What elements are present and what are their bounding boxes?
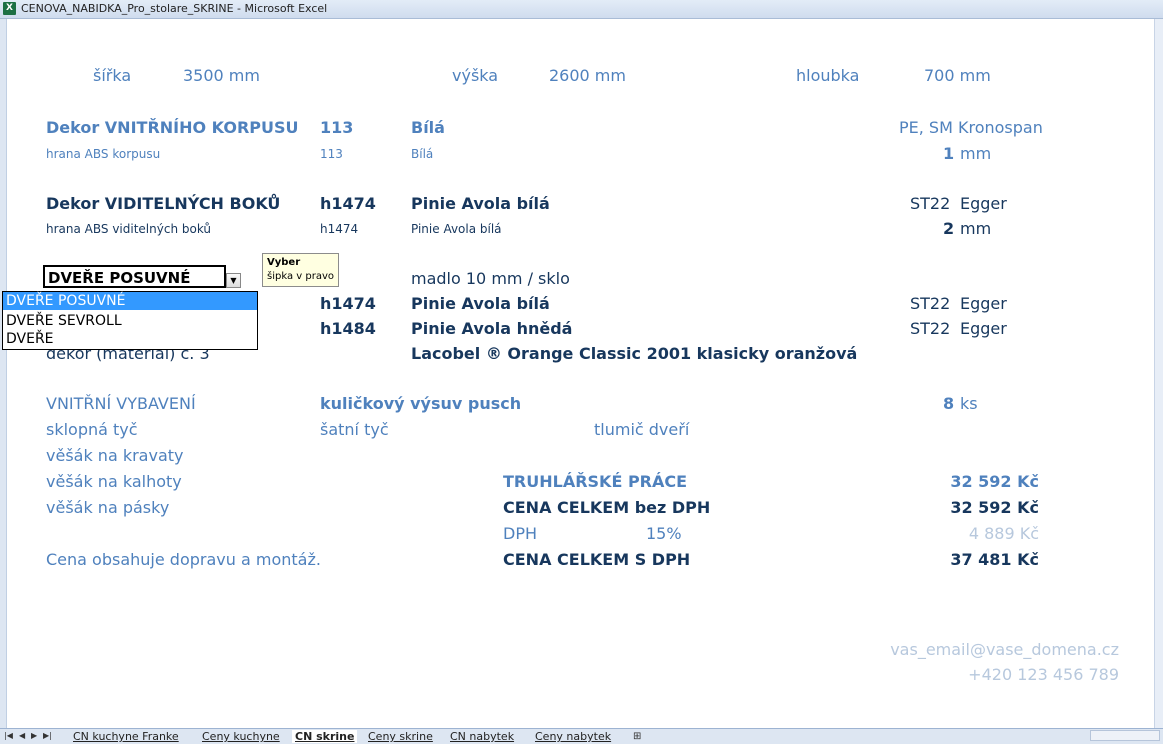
vybaveni-item[interactable]: kuličkový výsuv pusch [320,394,521,413]
last-sheet-icon[interactable]: ▶| [43,731,52,740]
hloubka-value[interactable]: 700 mm [924,66,991,85]
sheet-tab-bar: |◀ ◀ ▶ ▶| CN kuchyne Franke Ceny kuchyne… [0,728,1163,744]
door-row1-spec1: ST22 [910,294,951,313]
doors-type-cell[interactable]: DVEŘE POSUVNÉ [43,265,226,288]
boky-code[interactable]: h1474 [320,194,376,213]
korpus-label: Dekor VNITŘNÍHO KORPUSU [46,118,299,137]
boky-spec1: ST22 [910,194,951,213]
boky-edge-num[interactable]: 2 [943,219,954,238]
contact-phone: +420 123 456 789 [968,665,1119,684]
boky-edge-name: Pinie Avola bílá [411,222,502,236]
korpus-edge-code[interactable]: 113 [320,147,343,161]
tab-ceny-nabytek[interactable]: Ceny nabytek [535,730,611,743]
door-row2-spec2: Egger [960,319,1007,338]
tab-cn-nabytek[interactable]: CN nabytek [450,730,514,743]
first-sheet-icon[interactable]: |◀ [4,731,13,740]
price-note: Cena obsahuje dopravu a montáž. [46,550,321,569]
window-title: CENOVA_NABIDKA_Pro_stolare_SKRINE - Micr… [21,2,328,15]
tab-ceny-skrine[interactable]: Ceny skrine [368,730,433,743]
korpus-edge-label: hrana ABS korpusu [46,147,161,161]
next-sheet-icon[interactable]: ▶ [31,731,37,740]
vybaveni-item-1: sklopná tyč [46,420,138,439]
vybaveni-qty[interactable]: 8 [943,394,954,413]
vybaveni-item-4: věšák na kravaty [46,446,184,465]
dropdown-option-2[interactable]: DVEŘE SEVROLL [3,312,257,330]
excel-icon: X [3,2,16,15]
vybaveni-item-3: tlumič dveří [594,420,690,439]
door-row1-name: Pinie Avola bílá [411,294,550,313]
dropdown-arrow-button[interactable]: ▼ [226,273,241,288]
door-row3-name: Lacobel ® Orange Classic 2001 klasicky o… [411,344,858,363]
tab-ceny-kuchyne[interactable]: Ceny kuchyne [202,730,280,743]
korpus-spec: PE, SM Kronospan [899,118,1043,137]
boky-spec2: Egger [960,194,1007,213]
vybaveni-item-5: věšák na kalhoty [46,472,182,491]
dropdown-option-3[interactable]: DVEŘE [3,330,257,348]
tab-cn-skrine[interactable]: CN skrine [292,730,358,743]
korpus-edge-unit: mm [960,144,992,163]
door-row1-code[interactable]: h1474 [320,294,376,313]
insert-sheet-icon[interactable]: ⊞ [633,731,641,742]
hloubka-label: hloubka [796,66,860,85]
door-handle: madlo 10 mm / sklo [411,269,570,288]
truhlar-value: 32 592 Kč [950,472,1039,491]
boky-edge-unit: mm [960,219,992,238]
dph-label: DPH [503,524,537,543]
door-row2-spec1: ST22 [910,319,951,338]
truhlar-label: TRUHLÁŘSKÉ PRÁCE [503,472,688,491]
vyska-value[interactable]: 2600 mm [549,66,626,85]
tab-cn-kuchyne-franke[interactable]: CN kuchyne Franke [73,730,179,743]
dph-value: 4 889 Kč [968,524,1039,543]
dropdown-option-1[interactable]: DVEŘE POSUVNÉ [3,292,257,310]
door-row1-spec2: Egger [960,294,1007,313]
boky-edge-code[interactable]: h1474 [320,222,358,236]
sirka-label: šířka [93,66,132,85]
vybaveni-unit: ks [960,394,978,413]
vybaveni-item-6: věšák na pásky [46,498,170,517]
korpus-code[interactable]: 113 [320,118,353,137]
prev-sheet-icon[interactable]: ◀ [19,731,25,740]
vybaveni-label: VNITŘNÍ VYBAVENÍ [46,394,196,413]
door-row2-code[interactable]: h1484 [320,319,376,338]
boky-name: Pinie Avola bílá [411,194,550,213]
sirka-value[interactable]: 3500 mm [183,66,260,85]
window-titlebar: X CENOVA_NABIDKA_Pro_stolare_SKRINE - Mi… [0,0,1163,19]
korpus-edge-num[interactable]: 1 [943,144,954,163]
cena-s-dph-value: 37 481 Kč [950,550,1039,569]
doors-type-value: DVEŘE POSUVNÉ [48,269,191,287]
input-message-tooltip: Vyber šipka v pravo [262,253,339,287]
row-header-strip [0,19,7,728]
cena-bez-dph-value: 32 592 Kč [950,498,1039,517]
cena-bez-dph-label: CENA CELKEM bez DPH [503,498,711,517]
dph-rate[interactable]: 15% [646,524,682,543]
vertical-scrollbar[interactable] [1154,19,1163,728]
boky-label: Dekor VIDITELNÝCH BOKŮ [46,194,281,213]
chevron-down-icon: ▼ [230,276,237,285]
korpus-name: Bílá [411,118,445,137]
doors-dropdown-list[interactable]: DVEŘE POSUVNÉ DVEŘE SEVROLL DVEŘE [2,291,258,350]
door-row2-name: Pinie Avola hnědá [411,319,573,338]
horizontal-scrollbar[interactable] [1090,730,1160,741]
boky-edge-label: hrana ABS viditelných boků [46,222,212,236]
vyska-label: výška [452,66,499,85]
contact-email: vas_email@vase_domena.cz [890,640,1119,659]
vybaveni-item-2: šatní tyč [320,420,389,439]
korpus-edge-name: Bílá [411,147,434,161]
tooltip-title: Vyber [267,257,301,268]
tooltip-text: šipka v pravo [267,271,334,282]
cena-s-dph-label: CENA CELKEM S DPH [503,550,691,569]
